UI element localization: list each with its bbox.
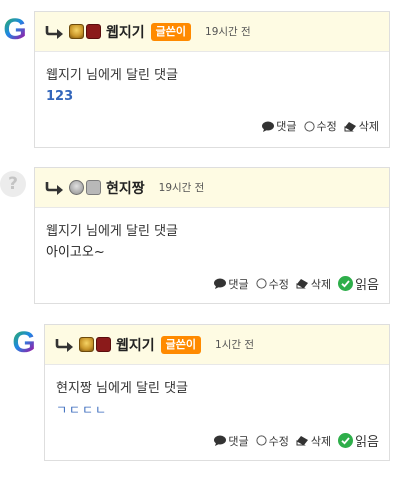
circle-icon [255, 435, 267, 446]
edit-button[interactable]: 수정 [255, 433, 289, 449]
check-circle-icon [338, 276, 354, 291]
author-name[interactable]: 웹지기 [116, 335, 155, 355]
comment-time: 19시간 전 [158, 182, 205, 194]
comment-text: 123 [46, 89, 74, 104]
reply-arrow-icon [45, 25, 63, 39]
delete-button[interactable]: 삭제 [296, 433, 331, 449]
delete-button[interactable]: 삭제 [344, 118, 379, 134]
author-name[interactable]: 현지짱 [106, 178, 145, 198]
comment-header: 웹지기 글쓴이 1시간 전 [45, 325, 389, 365]
reply-target: 웹지기 님에게 달린 댓글 [46, 68, 178, 83]
speech-bubble-icon [262, 121, 275, 132]
writer-badge: 글쓴이 [160, 335, 202, 354]
edit-button[interactable]: 수정 [303, 118, 337, 134]
reply-button[interactable]: 댓글 [262, 118, 297, 134]
level-grade-icon [86, 24, 101, 39]
author-avatar[interactable]: G [1, 15, 29, 45]
level-icon [69, 24, 84, 39]
comment-card: 웹지기 글쓴이 1시간 전 현지짱 님에게 달린 댓글 ㄱㄷㄷㄴ 댓글 수정 삭… [44, 324, 390, 461]
read-status: 읽음 [338, 274, 379, 293]
comment-actions: 댓글 수정 삭제 읽음 [207, 274, 379, 293]
check-circle-icon [338, 433, 354, 448]
comment-header: 웹지기 글쓴이 19시간 전 [35, 12, 389, 52]
comment-card: 웹지기 글쓴이 19시간 전 웹지기 님에게 달린 댓글 123 댓글 수정 삭… [34, 11, 390, 148]
comment-actions: 댓글 수정 삭제 [255, 118, 379, 134]
level-grade-icon [86, 180, 101, 195]
speech-bubble-icon [214, 435, 227, 446]
comment-text: ㄱㄷㄷㄴ [56, 403, 109, 417]
author-avatar[interactable]: G [10, 328, 38, 358]
writer-badge: 글쓴이 [150, 22, 192, 41]
reply-button[interactable]: 댓글 [214, 433, 249, 449]
reply-arrow-icon [55, 338, 73, 352]
comment-header: 현지짱 19시간 전 [35, 168, 389, 208]
author-name[interactable]: 웹지기 [106, 22, 145, 42]
edit-button[interactable]: 수정 [255, 276, 289, 292]
eraser-icon [344, 121, 356, 131]
comment-time: 1시간 전 [215, 339, 255, 351]
comment-time: 19시간 전 [205, 26, 251, 38]
speech-bubble-icon [214, 278, 227, 289]
level-icon [69, 180, 84, 195]
read-status: 읽음 [338, 431, 379, 450]
author-avatar[interactable]: ? [0, 171, 26, 197]
comment-card: 현지짱 19시간 전 웹지기 님에게 달린 댓글 아이고오~ 댓글 수정 삭제 … [34, 167, 390, 304]
eraser-icon [296, 279, 308, 289]
comment-text: 아이고오~ [46, 245, 105, 260]
eraser-icon [296, 436, 308, 446]
level-icon [79, 337, 94, 352]
reply-target: 현지짱 님에게 달린 댓글 [56, 381, 188, 396]
reply-button[interactable]: 댓글 [214, 276, 249, 292]
reply-arrow-icon [45, 181, 63, 195]
reply-target: 웹지기 님에게 달린 댓글 [46, 224, 178, 239]
circle-icon [303, 120, 315, 132]
comment-actions: 댓글 수정 삭제 읽음 [207, 431, 379, 450]
delete-button[interactable]: 삭제 [296, 276, 331, 292]
circle-icon [255, 278, 267, 289]
level-grade-icon [96, 337, 111, 352]
